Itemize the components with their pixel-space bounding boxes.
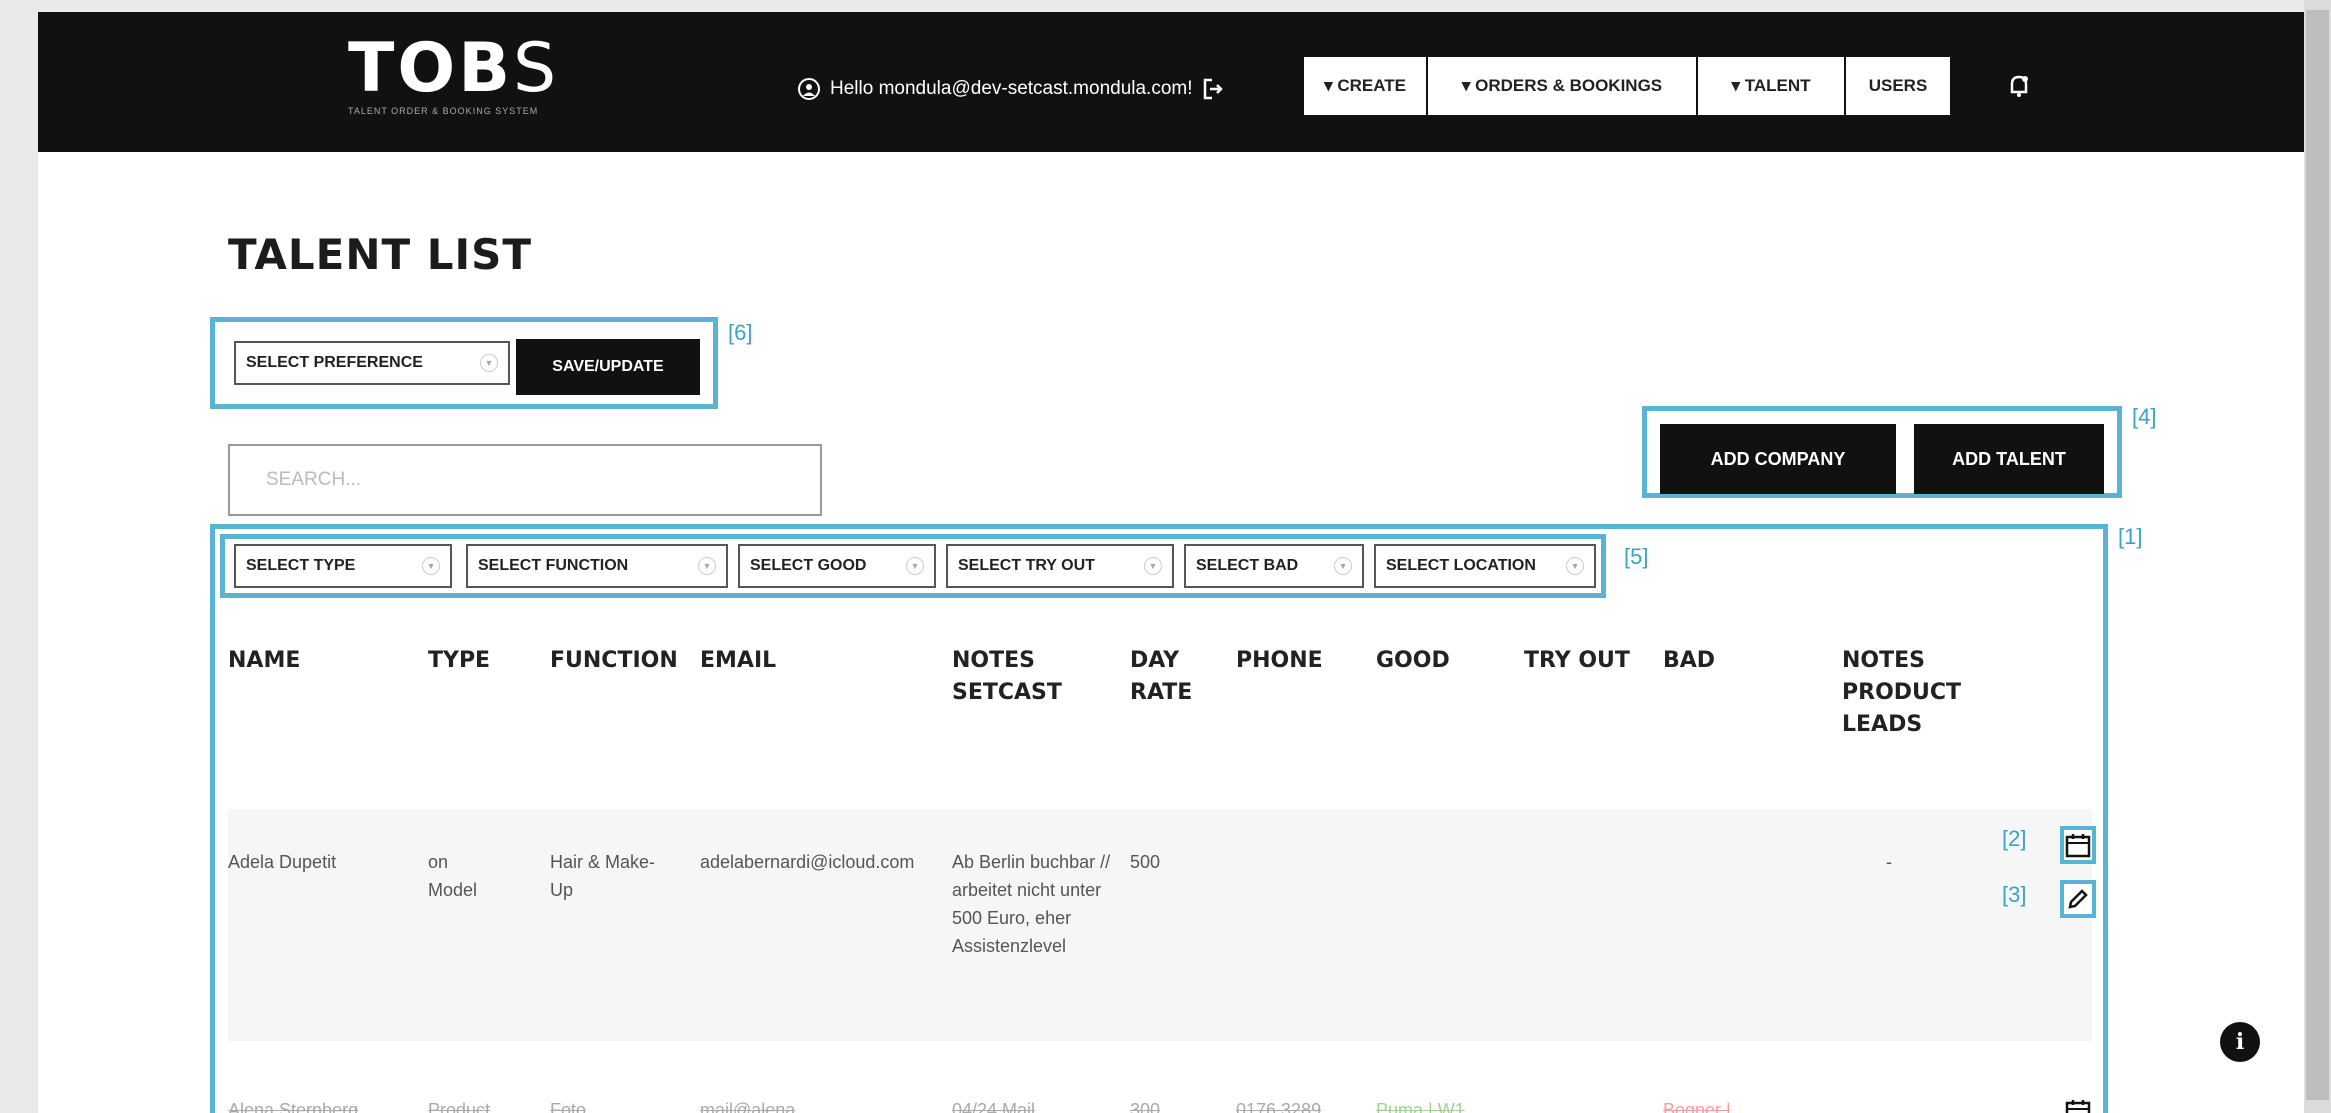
cell-bad: Bogner | (1663, 1100, 1731, 1113)
filter-good-select[interactable]: SELECT GOOD ▼ (738, 544, 936, 588)
add-talent-button[interactable]: ADD TALENT (1914, 424, 2104, 494)
filter-type-select[interactable]: SELECT TYPE ▼ (234, 544, 452, 588)
chevron-down-icon: ▼ (422, 557, 440, 575)
chevron-down-icon: ▼ (698, 557, 716, 575)
annotation-label-5: [5] (1624, 544, 1649, 569)
filter-label: SELECT BAD (1196, 557, 1299, 574)
header-notes-setcast[interactable]: NOTES SETCAST (952, 645, 1082, 709)
filter-label: SELECT TYPE (246, 557, 356, 574)
header-notes-product-leads[interactable]: NOTES PRODUCT LEADS (1842, 645, 1982, 741)
filter-tryout-select[interactable]: SELECT TRY OUT ▼ (946, 544, 1174, 588)
cell-day-rate: 300 (1130, 1100, 1161, 1113)
header-email[interactable]: EMAIL (700, 645, 776, 677)
chevron-down-icon: ▼ (480, 354, 498, 372)
save-update-button[interactable]: SAVE/UPDATE (516, 339, 700, 395)
page-scrollbar[interactable] (2304, 0, 2331, 1113)
nav-talent[interactable]: ▾ TALENT (1698, 57, 1846, 115)
user-greeting: Hello mondula@dev-setcast.mondula.com! (798, 78, 1223, 100)
chevron-down-icon: ▼ (1566, 557, 1584, 575)
main-nav: ▾ CREATE ▾ ORDERS & BOOKINGS ▾ TALENT US… (1304, 57, 1950, 115)
info-icon[interactable]: i (2220, 1022, 2260, 1062)
annotation-label-6: [6] (728, 320, 753, 345)
header-name[interactable]: NAME (228, 645, 300, 677)
cell-phone: 0176 3289 (1236, 1100, 1322, 1113)
preference-select-label: SELECT PREFERENCE (246, 354, 423, 371)
nav-orders-bookings[interactable]: ▾ ORDERS & BOOKINGS (1428, 57, 1698, 115)
cell-type: Product (428, 1100, 491, 1113)
logout-icon[interactable] (1203, 78, 1223, 100)
table-row[interactable] (228, 809, 2092, 1041)
cell-day-rate: 500 (1130, 852, 1161, 872)
annotation-label-2: [2] (2002, 826, 2027, 851)
nav-create[interactable]: ▾ CREATE (1304, 57, 1428, 115)
header-function[interactable]: FUNCTION (550, 645, 678, 677)
edit-pencil-icon[interactable] (2060, 880, 2096, 918)
app-window: TOBS TALENT ORDER & BOOKING SYSTEM Hello… (38, 12, 2304, 1113)
chevron-down-icon: ▼ (906, 557, 924, 575)
cell-function: Foto (550, 1100, 587, 1113)
filter-function-select[interactable]: SELECT FUNCTION ▼ (466, 544, 728, 588)
header-day-rate[interactable]: DAY RATE (1130, 645, 1200, 709)
chevron-down-icon: ▼ (1334, 557, 1352, 575)
preference-select[interactable]: SELECT PREFERENCE ▼ (234, 341, 510, 385)
annotation-label-1: [1] (2118, 524, 2143, 549)
logo-mark: TOBS (348, 29, 560, 108)
calendar-icon[interactable] (2060, 826, 2096, 864)
cell-type: on Model (428, 852, 478, 900)
logo-tagline: TALENT ORDER & BOOKING SYSTEM (348, 106, 539, 116)
filter-bad-select[interactable]: SELECT BAD ▼ (1184, 544, 1364, 588)
logo[interactable]: TOBS TALENT ORDER & BOOKING SYSTEM (348, 29, 560, 117)
filter-label: SELECT TRY OUT (958, 557, 1095, 574)
filter-location-select[interactable]: SELECT LOCATION ▼ (1374, 544, 1596, 588)
nav-users[interactable]: USERS (1846, 57, 1950, 115)
filter-label: SELECT FUNCTION (478, 557, 629, 574)
filter-label: SELECT GOOD (750, 557, 867, 574)
top-header: TOBS TALENT ORDER & BOOKING SYSTEM Hello… (38, 12, 2304, 152)
cell-notes-product-leads: - (1886, 852, 1892, 872)
cell-name: Adela Dupetit (228, 852, 337, 872)
filter-label: SELECT LOCATION (1386, 557, 1536, 574)
notification-bell-icon[interactable] (2008, 74, 2030, 104)
cell-notes-setcast: Ab Berlin buchbar // arbeitet nicht unte… (952, 852, 1111, 956)
calendar-icon[interactable] (2060, 1096, 2096, 1113)
cell-email: adelabernardi@icloud.com (700, 852, 915, 872)
header-type[interactable]: TYPE (428, 645, 490, 677)
search-placeholder: SEARCH... (266, 469, 362, 490)
page-title: TALENT LIST (228, 230, 533, 279)
annotation-label-4: [4] (2132, 404, 2157, 429)
add-company-button[interactable]: ADD COMPANY (1660, 424, 1896, 494)
search-input[interactable]: SEARCH... (228, 444, 822, 516)
header-try-out[interactable]: TRY OUT (1524, 645, 1630, 677)
cell-good: Puma | W1 (1376, 1100, 1465, 1113)
annotation-label-3: [3] (2002, 882, 2027, 907)
header-good[interactable]: GOOD (1376, 645, 1450, 677)
user-icon (798, 78, 820, 100)
cell-notes-setcast: 04/24 Mail (952, 1100, 1036, 1113)
header-phone[interactable]: PHONE (1236, 645, 1323, 677)
greeting-text: Hello mondula@dev-setcast.mondula.com! (830, 78, 1193, 99)
cell-email: mail@alena (700, 1100, 796, 1113)
chevron-down-icon: ▼ (1144, 557, 1162, 575)
scrollbar-thumb[interactable] (2306, 10, 2329, 1100)
header-bad[interactable]: BAD (1663, 645, 1715, 677)
cell-name: Alena Sternberg (228, 1100, 359, 1113)
cell-function: Hair & Make-Up (550, 852, 656, 900)
